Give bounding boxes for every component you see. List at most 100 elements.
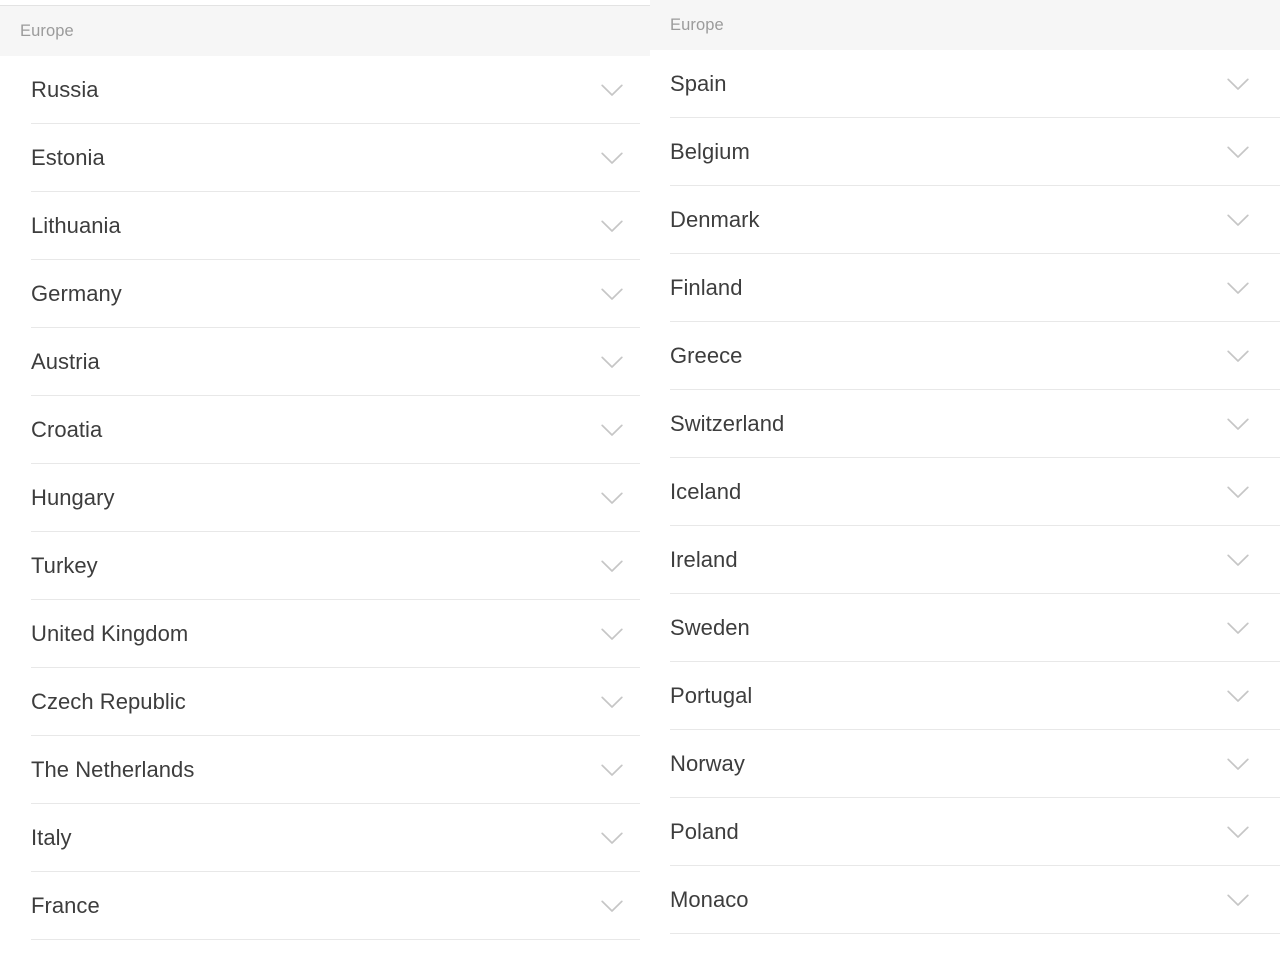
chevron-down-icon <box>1227 554 1249 567</box>
expand-toggle[interactable] <box>1216 594 1260 662</box>
country-row[interactable]: Hungary <box>0 464 656 532</box>
country-row[interactable]: Belgium <box>650 118 1280 186</box>
country-row[interactable]: Croatia <box>0 396 656 464</box>
expand-toggle[interactable] <box>590 464 634 532</box>
section-header-right: Europe <box>650 0 1280 50</box>
country-name: France <box>31 893 100 918</box>
country-row[interactable]: France <box>0 872 656 940</box>
country-name: Poland <box>670 819 739 844</box>
expand-toggle[interactable] <box>590 56 634 124</box>
chevron-down-icon <box>1227 418 1249 431</box>
country-row[interactable]: Poland <box>650 798 1280 866</box>
chevron-down-icon <box>601 220 623 233</box>
country-row[interactable]: Russia <box>0 56 656 124</box>
chevron-down-icon <box>1227 758 1249 771</box>
expand-toggle[interactable] <box>1216 662 1260 730</box>
chevron-down-icon <box>1227 78 1249 91</box>
chevron-down-icon <box>601 84 623 97</box>
chevron-down-icon <box>1227 214 1249 227</box>
expand-toggle[interactable] <box>590 532 634 600</box>
chevron-down-icon <box>1227 282 1249 295</box>
expand-toggle[interactable] <box>1216 730 1260 798</box>
country-name: Austria <box>31 349 100 374</box>
expand-toggle[interactable] <box>1216 866 1260 934</box>
country-row[interactable]: Lithuania <box>0 192 656 260</box>
chevron-down-icon <box>601 492 623 505</box>
expand-toggle[interactable] <box>590 260 634 328</box>
expand-toggle[interactable] <box>590 328 634 396</box>
country-row[interactable]: Italy <box>0 804 656 872</box>
expand-toggle[interactable] <box>590 396 634 464</box>
country-row[interactable]: Iceland <box>650 458 1280 526</box>
country-row[interactable]: Denmark <box>650 186 1280 254</box>
expand-toggle[interactable] <box>590 600 634 668</box>
chevron-down-icon <box>1227 146 1249 159</box>
panel-inner-right: Europe Spain Belgium Denmark Finland Greece S… <box>650 0 1280 934</box>
country-name: Greece <box>670 343 743 368</box>
country-name: Denmark <box>670 207 760 232</box>
country-name: Turkey <box>31 553 98 578</box>
country-row[interactable]: Switzerland <box>650 390 1280 458</box>
country-row[interactable]: Austria <box>0 328 656 396</box>
country-row[interactable]: Spain <box>650 50 1280 118</box>
country-name: United Kingdom <box>31 621 189 646</box>
chevron-down-icon <box>1227 894 1249 907</box>
country-row[interactable]: Greece <box>650 322 1280 390</box>
chevron-down-icon <box>601 560 623 573</box>
country-name: Czech Republic <box>31 689 186 714</box>
chevron-down-icon <box>601 356 623 369</box>
country-name: Russia <box>31 77 99 102</box>
country-name: Belgium <box>670 139 750 164</box>
country-row[interactable]: Norway <box>650 730 1280 798</box>
country-name: Germany <box>31 281 122 306</box>
country-row[interactable]: The Netherlands <box>0 736 656 804</box>
country-name: Croatia <box>31 417 103 442</box>
expand-toggle[interactable] <box>1216 186 1260 254</box>
expand-toggle[interactable] <box>1216 798 1260 866</box>
expand-toggle[interactable] <box>590 192 634 260</box>
expand-toggle[interactable] <box>590 124 634 192</box>
expand-toggle[interactable] <box>1216 322 1260 390</box>
expand-toggle[interactable] <box>590 804 634 872</box>
country-name: Norway <box>670 751 745 776</box>
expand-toggle[interactable] <box>1216 390 1260 458</box>
chevron-down-icon <box>601 900 623 913</box>
expand-toggle[interactable] <box>1216 254 1260 322</box>
expand-toggle[interactable] <box>1216 118 1260 186</box>
country-row[interactable]: Germany <box>0 260 656 328</box>
section-header-label: Europe <box>670 15 724 34</box>
expand-toggle[interactable] <box>1216 50 1260 118</box>
country-name: Lithuania <box>31 213 121 238</box>
section-header-left: Europe <box>0 5 656 56</box>
chevron-down-icon <box>601 764 623 777</box>
country-list-left: Russia Estonia Lithuania Germany Austria Croa… <box>0 56 656 940</box>
chevron-down-icon <box>1227 350 1249 363</box>
country-name: Spain <box>670 71 727 96</box>
expand-toggle[interactable] <box>1216 458 1260 526</box>
country-name: Italy <box>31 825 72 850</box>
expand-toggle[interactable] <box>590 872 634 940</box>
country-row[interactable]: Ireland <box>650 526 1280 594</box>
country-row[interactable]: Estonia <box>0 124 656 192</box>
country-name: Sweden <box>670 615 750 640</box>
chevron-down-icon <box>1227 622 1249 635</box>
chevron-down-icon <box>1227 826 1249 839</box>
country-row[interactable]: Turkey <box>0 532 656 600</box>
expand-toggle[interactable] <box>1216 526 1260 594</box>
country-row[interactable]: Sweden <box>650 594 1280 662</box>
expand-toggle[interactable] <box>590 736 634 804</box>
country-row[interactable]: United Kingdom <box>0 600 656 668</box>
country-name: Monaco <box>670 887 749 912</box>
country-row[interactable]: Monaco <box>650 866 1280 934</box>
chevron-down-icon <box>601 832 623 845</box>
chevron-down-icon <box>601 288 623 301</box>
expand-toggle[interactable] <box>590 668 634 736</box>
panel-inner-left: Europe Russia Estonia Lithuania Germany Aust… <box>0 5 656 940</box>
country-name: Finland <box>670 275 743 300</box>
chevron-down-icon <box>1227 690 1249 703</box>
country-list-right: Spain Belgium Denmark Finland Greece Switzerl… <box>650 50 1280 934</box>
country-row[interactable]: Czech Republic <box>0 668 656 736</box>
country-row[interactable]: Portugal <box>650 662 1280 730</box>
section-header-label: Europe <box>20 21 74 40</box>
country-row[interactable]: Finland <box>650 254 1280 322</box>
